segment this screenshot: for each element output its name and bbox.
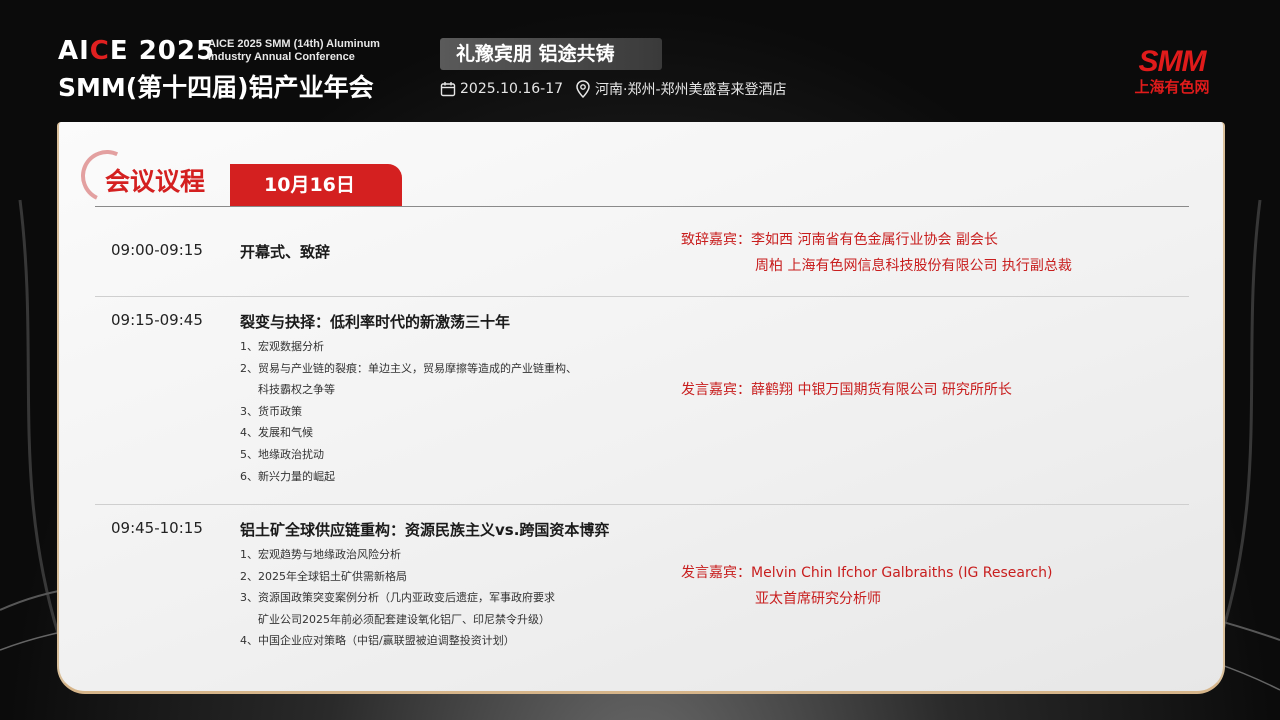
list-item: 6、新兴力量的崛起 <box>240 469 335 483</box>
list-item: 4、发展和气候 <box>240 426 313 440</box>
logo-sub-line1: AICE 2025 SMM (14th) Aluminum <box>208 38 380 50</box>
logo-subtitle: AICE 2025 SMM (14th) Aluminum Industry A… <box>208 38 380 64</box>
tab-date-oct16[interactable]: 10月16日 <box>230 164 402 206</box>
session-time: 09:45-10:15 <box>111 519 203 537</box>
session-topic: 裂变与抉择：低利率时代的新激荡三十年 <box>240 313 511 331</box>
calendar-icon <box>440 82 456 97</box>
event-date: 2025.10.16-17 <box>460 81 564 97</box>
conference-title: SMM(第十四届)铝产业年会 <box>58 73 374 102</box>
slogan-banner: 礼豫宾朋 铝途共铸 <box>440 38 662 70</box>
section-title: 会议议程 <box>105 167 206 196</box>
session-topic: 铝土矿全球供应链重构：资源民族主义vs.跨国资本博弈 <box>240 521 610 539</box>
list-item: 5、地缘政治扰动 <box>240 447 324 461</box>
smm-mark: SMM <box>1138 45 1207 78</box>
agenda-card: 会议议程 10月16日 09:00-09:15 开幕式、致辞 致辞嘉宾：李如西 … <box>57 122 1225 694</box>
row-divider <box>95 296 1189 297</box>
session-speakers: 致辞嘉宾：李如西 河南省有色金属行业协会 副会长 周柏 上海有色网信息科技股份有… <box>681 227 1072 279</box>
list-item: 科技霸权之争等 <box>258 383 335 397</box>
row-divider <box>95 504 1189 505</box>
aice-logo: AICE 2025 <box>58 36 216 66</box>
smm-brand-name: 上海有色网 <box>1134 78 1210 96</box>
list-item: 2、贸易与产业链的裂痕：单边主义，贸易摩擦等造成的产业链重构、 <box>240 361 577 375</box>
list-item: 2、2025年全球铝土矿供需新格局 <box>240 569 407 583</box>
speaker-line: 周柏 上海有色网信息科技股份有限公司 执行副总裁 <box>755 258 1072 274</box>
header-divider <box>95 206 1189 207</box>
session-time: 09:15-09:45 <box>111 311 203 329</box>
list-item: 1、宏观趋势与地缘政治风险分析 <box>240 548 401 561</box>
session-speakers: 发言嘉宾：Melvin Chin Ifchor Galbraiths (IG R… <box>681 560 1052 612</box>
list-item: 4、中国企业应对策略（中铝/赢联盟被迫调整投资计划） <box>240 634 515 648</box>
event-location: 河南·郑州-郑州美盛喜来登酒店 <box>595 82 787 98</box>
speaker-line: 发言嘉宾：薛鹤翔 中银万国期货有限公司 研究所所长 <box>681 382 1012 398</box>
speaker-line: 发言嘉宾：Melvin Chin Ifchor Galbraiths (IG R… <box>681 565 1053 581</box>
session-topic: 开幕式、致辞 <box>240 243 331 261</box>
list-item: 矿业公司2025年前必须配套建设氧化铝厂、印尼禁令升级） <box>258 612 550 626</box>
list-item: 3、资源国政策突变案例分析（几内亚政变后遗症，军事政府要求 <box>240 591 555 605</box>
session-items: 1、宏观趋势与地缘政治风险分析 2、2025年全球铝土矿供需新格局 3、资源国政… <box>240 544 660 652</box>
header: AICE 2025 AICE 2025 SMM (14th) Aluminum … <box>0 0 1280 120</box>
speaker-line: 亚太首席研究分析师 <box>755 591 881 607</box>
logo-sub-line2: Industry Annual Conference <box>208 51 355 63</box>
list-item: 3、货币政策 <box>240 404 302 418</box>
speaker-line: 致辞嘉宾：李如西 河南省有色金属行业协会 副会长 <box>681 232 998 248</box>
location-pin-icon <box>576 80 590 98</box>
session-items: 1、宏观数据分析 2、贸易与产业链的裂痕：单边主义，贸易摩擦等造成的产业链重构、… <box>240 336 660 487</box>
session-time: 09:00-09:15 <box>111 241 203 259</box>
session-speakers: 发言嘉宾：薛鹤翔 中银万国期货有限公司 研究所所长 <box>681 377 1012 403</box>
list-item: 1、宏观数据分析 <box>240 340 324 353</box>
smm-brand-logo: SMM 上海有色网 <box>1124 46 1220 100</box>
event-meta: 2025.10.16-17 河南·郑州-郑州美盛喜来登酒店 <box>440 78 787 100</box>
